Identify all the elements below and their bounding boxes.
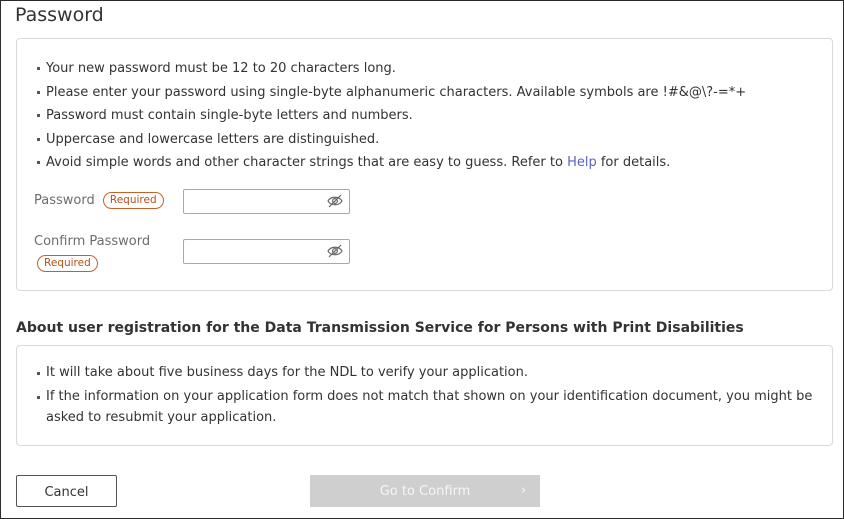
about-panel: It will take about five business days fo… bbox=[16, 345, 833, 446]
password-input[interactable] bbox=[183, 189, 350, 214]
password-label: Password Required bbox=[34, 192, 164, 209]
required-badge: Required bbox=[102, 192, 164, 209]
confirm-password-input[interactable] bbox=[183, 239, 350, 264]
required-badge: Required bbox=[37, 255, 98, 272]
password-rule: Avoid simple words and other character s… bbox=[37, 151, 746, 175]
password-panel: Your new password must be 12 to 20 chara… bbox=[16, 38, 833, 291]
about-item: If the information on your application f… bbox=[37, 386, 827, 428]
go-to-confirm-button[interactable]: Go to Confirm › bbox=[310, 475, 540, 507]
cancel-button[interactable]: Cancel bbox=[16, 475, 117, 507]
eye-slash-icon[interactable] bbox=[327, 194, 343, 208]
chevron-right-icon: › bbox=[520, 483, 526, 498]
page-title: Password bbox=[15, 4, 104, 26]
help-link[interactable]: Help bbox=[567, 155, 597, 170]
about-list: It will take about five business days fo… bbox=[37, 362, 827, 431]
password-rule: Your new password must be 12 to 20 chara… bbox=[37, 57, 746, 81]
about-item: It will take about five business days fo… bbox=[37, 362, 827, 383]
confirm-password-label-text: Confirm Password bbox=[34, 234, 151, 249]
go-to-confirm-label: Go to Confirm bbox=[379, 484, 471, 499]
password-rule: Please enter your password using single-… bbox=[37, 81, 746, 105]
eye-slash-icon[interactable] bbox=[327, 244, 343, 258]
password-rules-list: Your new password must be 12 to 20 chara… bbox=[37, 57, 746, 175]
about-heading: About user registration for the Data Tra… bbox=[16, 320, 744, 336]
rule-text-after: for details. bbox=[596, 155, 671, 170]
confirm-password-label: Confirm Password Required bbox=[34, 232, 150, 272]
password-rule: Password must contain single-byte letter… bbox=[37, 104, 746, 128]
password-label-text: Password bbox=[34, 193, 95, 208]
password-rule: Uppercase and lowercase letters are dist… bbox=[37, 128, 746, 152]
rule-text-before: Avoid simple words and other character s… bbox=[46, 155, 568, 170]
